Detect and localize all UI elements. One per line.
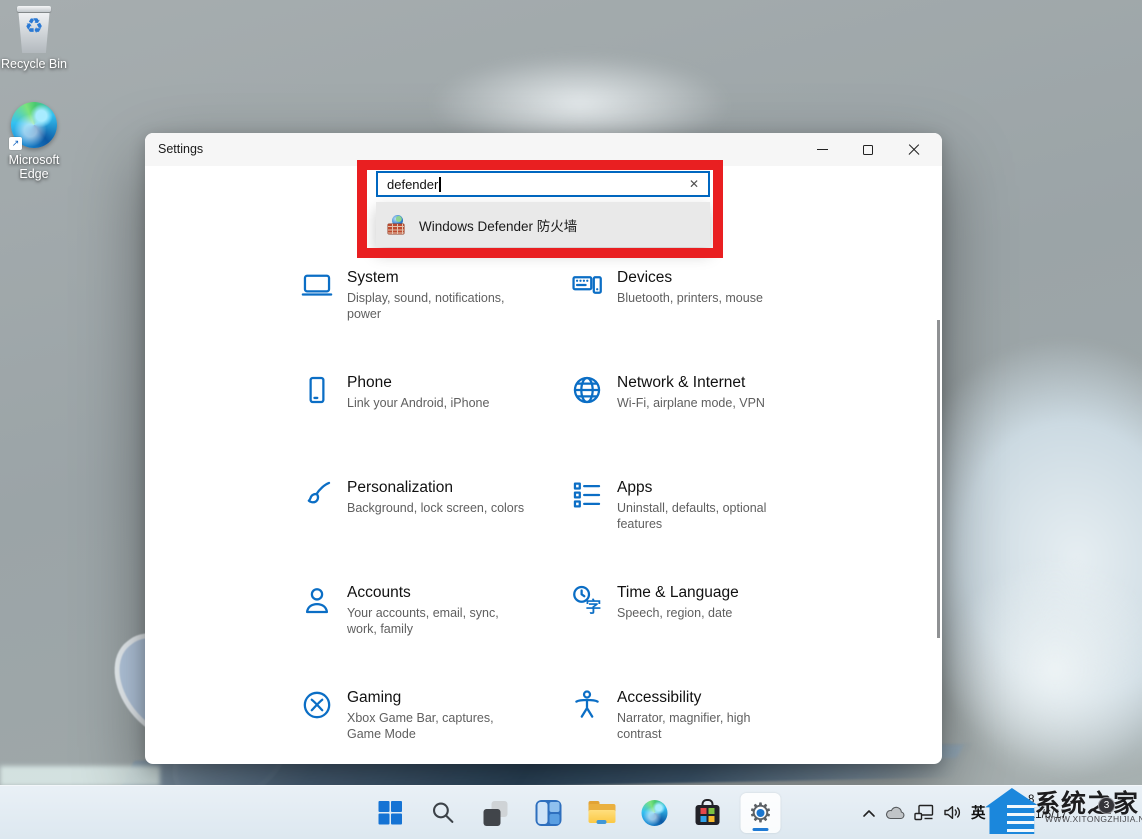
store-icon (695, 799, 721, 826)
category-accessibility[interactable]: Accessibility Narrator, magnifier, high … (570, 688, 826, 742)
widgets-icon (535, 799, 562, 826)
window-title: Settings (158, 142, 204, 156)
search-result-label: Windows Defender 防火墙 (419, 218, 578, 234)
taskbar-settings-button[interactable]: ⚙ (740, 792, 781, 833)
notification-count-badge[interactable]: 3 (1098, 797, 1115, 814)
window-scrollbar[interactable] (937, 320, 940, 638)
taskbar-file-explorer-button[interactable] (582, 793, 622, 833)
category-accounts[interactable]: Accounts Your accounts, email, sync, wor… (300, 583, 556, 637)
shortcut-arrow-icon: ↗ (9, 137, 22, 150)
category-subtitle: Background, lock screen, colors (347, 501, 525, 515)
close-icon (908, 144, 920, 156)
category-personalization[interactable]: Personalization Background, lock screen,… (300, 478, 556, 516)
taskbar-search-button[interactable] (423, 793, 463, 833)
task-view-icon (483, 800, 509, 826)
maximize-icon (863, 144, 873, 155)
category-subtitle: Display, sound, notifications, power (347, 291, 505, 321)
title-bar[interactable]: Settings (145, 133, 942, 166)
taskbar-task-view-button[interactable] (476, 793, 516, 833)
category-gaming[interactable]: Gaming Xbox Game Bar, captures, Game Mod… (300, 688, 556, 742)
category-subtitle: Wi-Fi, airplane mode, VPN (617, 396, 765, 410)
category-phone[interactable]: Phone Link your Android, iPhone (300, 373, 556, 411)
file-explorer-icon (588, 800, 615, 825)
search-icon (432, 802, 453, 823)
tray-ime-indicator[interactable]: 英 (971, 802, 986, 823)
minimize-button[interactable] (799, 133, 845, 166)
category-network-internet[interactable]: Network & Internet Wi-Fi, airplane mode,… (570, 373, 826, 411)
category-title: Devices (617, 269, 673, 286)
category-title: Phone (347, 374, 392, 391)
gaming-icon (303, 691, 331, 719)
clock-time: 8 (1028, 794, 1035, 806)
category-subtitle: Link your Android, iPhone (347, 396, 490, 410)
system-icon (301, 274, 333, 296)
svg-text:字: 字 (586, 597, 602, 616)
time-language-icon: 字 (573, 585, 602, 616)
category-subtitle: Narrator, magnifier, high contrast (617, 711, 751, 741)
taskbar-store-button[interactable] (688, 793, 728, 833)
category-title: System (347, 269, 399, 286)
text-caret (439, 176, 441, 192)
wallpaper-light-strip (0, 766, 160, 786)
category-title: Gaming (347, 689, 402, 706)
taskbar-start-button[interactable] (370, 793, 410, 833)
tray-chevron-up-icon[interactable] (862, 808, 876, 818)
active-app-indicator (752, 827, 769, 831)
devices-icon (572, 276, 602, 294)
search-input[interactable]: defender ✕ (376, 171, 710, 197)
taskbar-widgets-button[interactable] (529, 793, 569, 833)
category-title: Accounts (347, 584, 411, 601)
minimize-icon (816, 148, 828, 151)
recycle-bin-label: Recycle Bin (1, 57, 67, 71)
accounts-icon (305, 588, 329, 614)
category-subtitle: Your accounts, email, sync, work, family (347, 606, 499, 636)
tray-volume-icon[interactable] (943, 804, 962, 821)
desktop-icon-microsoft-edge[interactable]: ↗ Microsoft Edge (0, 102, 68, 181)
tray-onedrive-cloud-icon[interactable] (885, 806, 905, 820)
taskbar-edge-button[interactable] (635, 793, 675, 833)
category-apps[interactable]: Apps Uninstall, defaults, optional featu… (570, 478, 826, 532)
category-time-language[interactable]: 字 Time & Language Speech, region, date (570, 583, 826, 621)
category-system[interactable]: System Display, sound, notifications, po… (300, 268, 556, 322)
defender-firewall-icon (388, 215, 407, 234)
category-title: Personalization (347, 479, 453, 496)
category-subtitle: Uninstall, defaults, optional features (617, 501, 767, 531)
network-icon (573, 376, 601, 404)
search-results-dropdown: Windows Defender 防火墙 (376, 202, 710, 247)
desktop-screen: ♻ Recycle Bin ↗ Microsoft Edge Settings … (0, 0, 1142, 839)
category-title: Network & Internet (617, 374, 746, 391)
recycle-bin-icon: ♻ (14, 6, 54, 54)
category-subtitle: Speech, region, date (617, 606, 733, 620)
maximize-button[interactable] (845, 133, 891, 166)
desktop-icon-recycle-bin[interactable]: ♻ Recycle Bin (0, 6, 68, 71)
clear-search-icon[interactable]: ✕ (689, 177, 699, 191)
search-input-value: defender (387, 176, 439, 192)
close-button[interactable] (891, 133, 937, 166)
category-title: Time & Language (617, 584, 739, 601)
search-result-windows-defender-firewall[interactable]: Windows Defender 防火墙 (376, 202, 710, 247)
edge-icon: ↗ (9, 102, 57, 150)
tray-network-icon[interactable] (914, 804, 934, 821)
category-devices[interactable]: Devices Bluetooth, printers, mouse (570, 268, 826, 306)
settings-window: Settings defender ✕ Windows Defender 防火墙 (145, 133, 942, 764)
phone-icon (309, 376, 325, 404)
category-title: Accessibility (617, 689, 702, 706)
category-title: Apps (617, 479, 653, 496)
start-icon (378, 801, 402, 825)
edge-icon (641, 799, 668, 826)
tray-clock[interactable]: 8 2021/6/17 (1016, 793, 1088, 823)
personalization-icon (307, 481, 331, 504)
category-subtitle: Bluetooth, printers, mouse (617, 291, 763, 305)
gear-center-dot (756, 809, 765, 818)
edge-label: Microsoft Edge (8, 153, 60, 181)
clock-date: 2021/6/17 (1016, 809, 1068, 821)
accessibility-icon (575, 690, 599, 718)
category-subtitle: Xbox Game Bar, captures, Game Mode (347, 711, 494, 741)
taskbar: ⚙ (0, 785, 1142, 839)
apps-icon (573, 482, 601, 508)
